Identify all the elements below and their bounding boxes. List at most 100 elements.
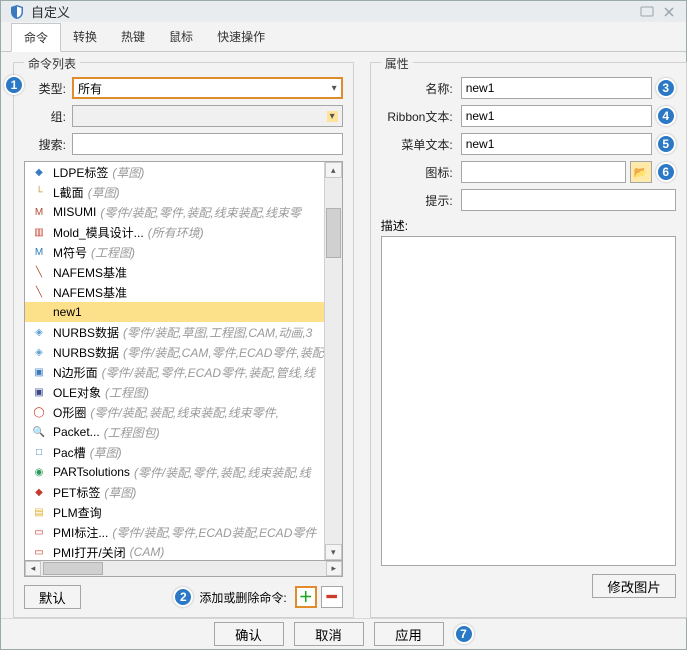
scroll-thumb[interactable] [326, 208, 341, 258]
callout-5: 5 [656, 134, 676, 154]
default-button[interactable]: 默认 [24, 585, 81, 609]
item-hint: (零件/装配,零件,ECAD装配,ECAD零件 [112, 524, 316, 541]
tab-command[interactable]: 命令 [11, 23, 61, 52]
scroll-thumb-h[interactable] [43, 562, 103, 575]
list-item[interactable]: ╲ NAFEMS基准 [25, 262, 324, 282]
list-item[interactable]: ◉PARTsolutions(零件/装配,零件,装配,线束装配,线 [25, 462, 324, 482]
name-label: 名称: [381, 80, 453, 97]
list-item[interactable]: MMISUMI(零件/装配,零件,装配,线束装配,线束零 [25, 202, 324, 222]
scroll-up-button[interactable]: ▴ [325, 162, 342, 178]
add-remove-label: 添加或删除命令: [199, 589, 286, 606]
search-input[interactable] [72, 133, 343, 155]
list-item[interactable]: ◆LDPE标签(草图) [25, 162, 324, 182]
item-label: LDPE标签 [53, 164, 108, 181]
close-icon[interactable] [660, 4, 678, 20]
help-icon[interactable] [638, 4, 656, 20]
list-item[interactable]: □Pac槽(草图) [25, 442, 324, 462]
callout-2: 2 [173, 587, 193, 607]
add-command-button[interactable]: ＋ [295, 586, 317, 608]
vertical-scrollbar[interactable]: ▴ ▾ [324, 162, 342, 560]
tab-convert[interactable]: 转换 [61, 22, 109, 51]
icon-label: 图标: [381, 164, 453, 181]
description-textarea[interactable] [381, 236, 676, 566]
list-item[interactable]: ▥Mold_模具设计...(所有环境) [25, 222, 324, 242]
description-label: 描述: [381, 219, 408, 233]
tab-mouse[interactable]: 鼠标 [157, 22, 205, 51]
hint-field[interactable] [461, 189, 676, 211]
list-item[interactable]: ▭ PMI标注...(零件/装配,零件,ECAD装配,ECAD零件 [25, 522, 324, 542]
item-icon: ╲ [31, 264, 47, 280]
horizontal-scrollbar[interactable]: ◂ ▸ [24, 561, 343, 577]
list-item[interactable]: ▤PLM查询 [25, 502, 324, 522]
list-item[interactable]: 🔍Packet...(工程图包) [25, 422, 324, 442]
remove-command-button[interactable]: ━ [321, 586, 343, 608]
chevron-down-icon: ▾ [332, 83, 337, 94]
list-item[interactable]: └L截面(草图) [25, 182, 324, 202]
scroll-track[interactable] [325, 178, 342, 544]
name-field[interactable] [461, 77, 652, 99]
item-icon: ▣ [31, 364, 47, 380]
item-hint: (草图) [88, 184, 120, 201]
search-label: 搜索: [24, 136, 66, 153]
folder-open-icon: 📂 [634, 166, 648, 179]
menu-field[interactable] [461, 133, 652, 155]
item-icon: ╲ [31, 284, 47, 300]
group-select[interactable]: ▾ [72, 105, 343, 127]
ribbon-field[interactable] [461, 105, 652, 127]
chevron-down-icon: ▾ [327, 111, 338, 122]
ok-button[interactable]: 确认 [214, 622, 284, 646]
item-icon: ◈ [31, 324, 47, 340]
menu-label: 菜单文本: [381, 136, 453, 153]
item-hint: (零件/装配,零件,装配,线束装配,线 [134, 464, 311, 481]
callout-1: 1 [4, 75, 24, 95]
icon-field[interactable] [461, 161, 626, 183]
scroll-down-button[interactable]: ▾ [325, 544, 342, 560]
item-hint: (所有环境) [148, 224, 204, 241]
list-item[interactable]: ▭PMI打开/关闭(CAM) [25, 542, 324, 560]
modify-image-button[interactable]: 修改图片 [592, 574, 675, 598]
tabs: 命令 转换 热键 鼠标 快速操作 [1, 22, 686, 52]
list-item[interactable]: ▣N边形面(零件/装配,零件,ECAD零件,装配,管线,线 [25, 362, 324, 382]
tab-quick[interactable]: 快速操作 [205, 22, 277, 51]
item-label: NAFEMS基准 [53, 264, 127, 281]
scroll-right-button[interactable]: ▸ [326, 561, 342, 576]
item-label: PMI标注... [53, 524, 108, 541]
list-item[interactable]: new1 [25, 302, 324, 322]
item-hint: (零件/装配,零件,装配,线束装配,线束零 [100, 204, 301, 221]
list-item[interactable]: ╲NAFEMS基准 [25, 282, 324, 302]
hint-label: 提示: [381, 192, 453, 209]
apply-button[interactable]: 应用 [374, 622, 444, 646]
item-icon: M [31, 244, 47, 260]
item-icon: □ [31, 444, 47, 460]
item-hint: (零件/装配,零件,ECAD零件,装配,管线,线 [102, 364, 315, 381]
callout-6: 6 [656, 162, 676, 182]
app-icon [9, 4, 25, 20]
tab-hotkey[interactable]: 热键 [109, 22, 157, 51]
item-icon [31, 304, 47, 320]
list-item[interactable]: ▣OLE对象(工程图) [25, 382, 324, 402]
item-icon: ▣ [31, 384, 47, 400]
command-list[interactable]: ◆LDPE标签(草图)└L截面(草图)MMISUMI(零件/装配,零件,装配,线… [25, 162, 324, 560]
customize-dialog: 自定义 命令 转换 热键 鼠标 快速操作 命令列表 1 类型: 所有 ▾ 组: [0, 0, 687, 650]
item-hint: (零件/装配,装配,线束装配,线束零件, [90, 404, 279, 421]
cancel-button[interactable]: 取消 [294, 622, 364, 646]
list-item[interactable]: ◈NURBS数据(零件/装配,CAM,零件,ECAD零件,装配 [25, 342, 324, 362]
item-hint: (零件/装配,CAM,零件,ECAD零件,装配 [123, 344, 324, 361]
list-item[interactable]: ◯O形圈(零件/装配,装配,线束装配,线束零件, [25, 402, 324, 422]
item-hint: (CAM) [130, 545, 165, 559]
type-select[interactable]: 所有 ▾ [72, 77, 343, 99]
list-item[interactable]: ◈NURBS数据(零件/装配,草图,工程图,CAM,动画,3 [25, 322, 324, 342]
browse-icon-button[interactable]: 📂 [630, 161, 652, 183]
item-label: Pac槽 [53, 444, 86, 461]
item-hint: (工程图) [105, 384, 149, 401]
scroll-left-button[interactable]: ◂ [25, 561, 41, 576]
properties-panel: 属性 名称: 3 Ribbon文本: 4 菜单文本: 5 图标: 📂 6 [370, 62, 687, 618]
item-label: M符号 [53, 244, 87, 261]
callout-4: 4 [656, 106, 676, 126]
scroll-track-h[interactable] [41, 561, 326, 576]
item-label: PLM查询 [53, 504, 102, 521]
item-icon: ▭ [31, 524, 47, 540]
list-item[interactable]: ◆PET标签(草图) [25, 482, 324, 502]
list-item[interactable]: MM符号(工程图) [25, 242, 324, 262]
item-icon: ◆ [31, 484, 47, 500]
